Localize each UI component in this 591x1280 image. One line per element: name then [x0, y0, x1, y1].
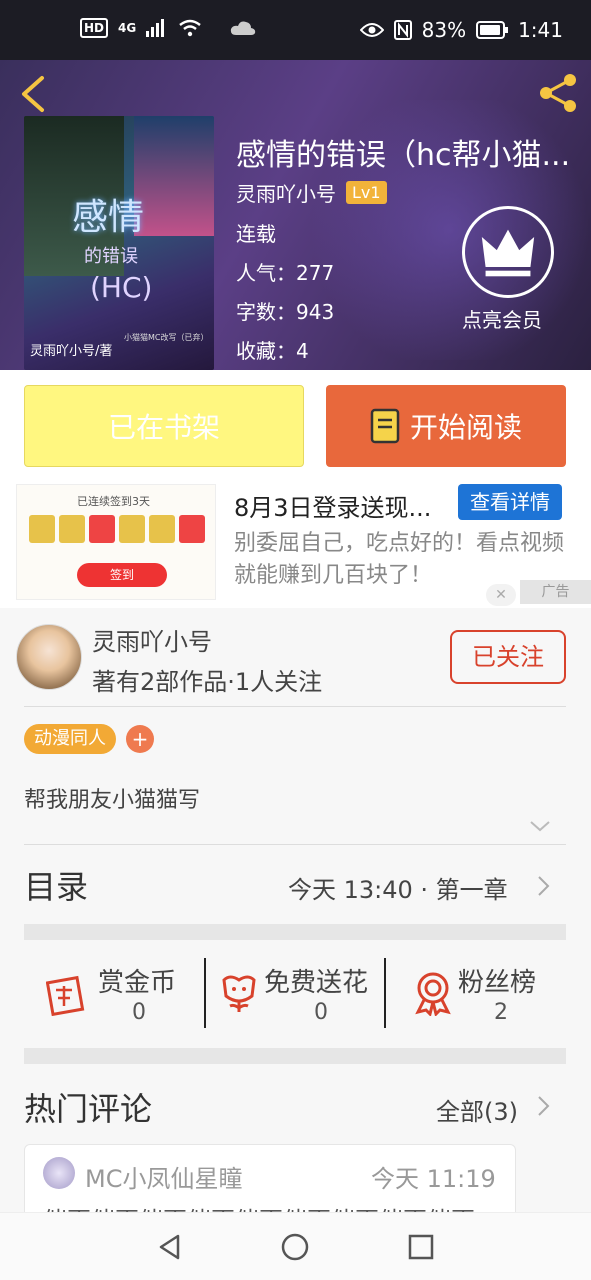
ad-image-title: 已连续签到3天: [77, 495, 150, 508]
book-icon: [370, 408, 400, 444]
flower-icon: [222, 975, 256, 1012]
cover-figure-right: [134, 116, 214, 236]
ad-title[interactable]: 8月3日登录送现...: [234, 488, 431, 523]
ad-banner[interactable]: 已连续签到3天 签到 8月3日登录送现... 查看详情 别委屈自己，吃点好的！看…: [0, 480, 591, 608]
start-reading-button[interactable]: 开始阅读: [326, 385, 566, 467]
ad-label: 广告: [520, 580, 591, 604]
level-badge: Lv1: [346, 181, 387, 204]
author-row: 灵雨吖小号 Lv1: [236, 178, 387, 207]
wifi-icon: [179, 19, 201, 37]
crown-icon[interactable]: [462, 206, 554, 298]
status-right: 83% 1:41: [359, 18, 563, 42]
battery-percent: 83%: [421, 18, 467, 42]
system-nav-bar: [0, 1212, 591, 1280]
cover-subtitle: 的错误: [84, 246, 138, 267]
tag-anime-fanfic[interactable]: 动漫同人: [24, 724, 116, 754]
divider: [24, 706, 566, 707]
hot-comments-title: 热门评论: [24, 1090, 153, 1128]
section-band: [24, 1048, 566, 1064]
clock: 1:41: [518, 18, 563, 42]
book-cover[interactable]: 感情 的错误 (HC) 灵雨吖小号/著 小猫猫MC改写（已弃）: [24, 116, 214, 370]
ad-sign-button: 签到: [77, 563, 167, 587]
coin-tile: [149, 515, 175, 543]
coin-tile: [89, 515, 115, 543]
fan-ranking-stat[interactable]: 粉丝榜 2: [410, 958, 560, 1030]
ad-coins: [29, 515, 205, 543]
stat-divider: [384, 958, 386, 1028]
medal-icon: [415, 972, 451, 1016]
ad-close-icon[interactable]: ✕: [486, 584, 516, 606]
divider: [24, 844, 566, 845]
recents-square-icon[interactable]: [407, 1233, 435, 1261]
reward-coins-label: 赏金币: [98, 968, 177, 998]
comment-user[interactable]: MC小凤仙星瞳: [85, 1159, 242, 1194]
ad-description: 别委屈自己，吃点好的！看点视频就能赚到几百块了！: [234, 531, 565, 588]
back-icon[interactable]: [14, 74, 54, 114]
toc-latest-chapter[interactable]: 今天 13:40 · 第一章: [288, 870, 508, 905]
stat-divider: [204, 958, 206, 1028]
fan-ranking-value: 2: [494, 1000, 508, 1025]
author-card-name: 灵雨吖小号: [92, 628, 212, 656]
ad-detail-button[interactable]: 查看详情: [458, 484, 562, 520]
battery-icon: [476, 21, 509, 39]
chevron-right-icon[interactable]: [536, 874, 552, 898]
hd-icon: HD: [80, 18, 109, 38]
toc-title[interactable]: 目录: [24, 862, 88, 908]
book-status: 连载: [236, 222, 276, 246]
add-tag-button[interactable]: +: [126, 725, 154, 753]
signal-icon: [146, 19, 165, 37]
nfc-icon: [393, 20, 412, 40]
share-icon[interactable]: [536, 70, 582, 116]
book-title: 感情的错误（hc帮小猫...: [236, 138, 571, 173]
cover-title: 感情: [72, 197, 145, 238]
section-band: [24, 924, 566, 940]
eye-icon: [359, 23, 384, 37]
author-card-stats: 著有2部作品·1人关注: [92, 668, 323, 696]
home-circle-icon[interactable]: [281, 1233, 309, 1261]
book-popularity: 人气：277: [236, 261, 335, 285]
coin-tile: [119, 515, 145, 543]
avatar[interactable]: [16, 624, 82, 690]
book-header: 感情 的错误 (HC) 灵雨吖小号/著 小猫猫MC改写（已弃） 感情的错误（hc…: [0, 60, 591, 370]
status-left: HD 4G: [80, 18, 256, 38]
book-word-count: 字数：943: [236, 300, 335, 324]
fan-ranking-label: 粉丝榜: [458, 968, 537, 998]
vip-label[interactable]: 点亮会员: [462, 304, 542, 333]
cloud-icon: [231, 21, 256, 35]
all-comments-link[interactable]: 全部(3): [436, 1092, 518, 1127]
comment-time: 今天 11:19: [371, 1165, 496, 1193]
back-triangle-icon[interactable]: [156, 1233, 184, 1261]
reward-coins-value: 0: [132, 1000, 146, 1025]
coin-tile: [29, 515, 55, 543]
action-bar: 已在书架 开始阅读: [0, 370, 591, 480]
author-card[interactable]: 灵雨吖小号 著有2部作品·1人关注 已关注: [0, 610, 591, 706]
cover-sub: 小猫猫MC改写（已弃）: [124, 333, 209, 342]
free-flowers-label: 免费送花: [264, 968, 369, 998]
avatar[interactable]: [43, 1157, 75, 1189]
book-description: 帮我朋友小猫猫写: [24, 788, 201, 813]
status-bar: HD 4G 83% 1:41: [0, 0, 591, 60]
book-favorites: 收藏：4: [236, 339, 309, 363]
ad-image[interactable]: 已连续签到3天 签到: [16, 484, 216, 600]
free-flowers-stat[interactable]: 免费送花 0: [216, 958, 380, 1030]
coin-tile: [59, 515, 85, 543]
coin-tile: [179, 515, 205, 543]
followed-button[interactable]: 已关注: [450, 630, 566, 684]
cover-hc: (HC): [90, 271, 153, 304]
on-shelf-button[interactable]: 已在书架: [24, 385, 304, 467]
chevron-right-icon[interactable]: [536, 1094, 552, 1118]
cover-author: 灵雨吖小号/著: [30, 344, 113, 359]
network-label: 4G: [118, 21, 137, 35]
red-envelope-icon: [46, 975, 85, 1016]
author-link[interactable]: 灵雨吖小号: [236, 178, 336, 207]
reward-coins-stat[interactable]: 赏金币 0: [46, 958, 196, 1030]
free-flowers-value: 0: [314, 1000, 328, 1025]
start-reading-label: 开始阅读: [409, 411, 522, 444]
chevron-down-icon[interactable]: [528, 814, 552, 838]
